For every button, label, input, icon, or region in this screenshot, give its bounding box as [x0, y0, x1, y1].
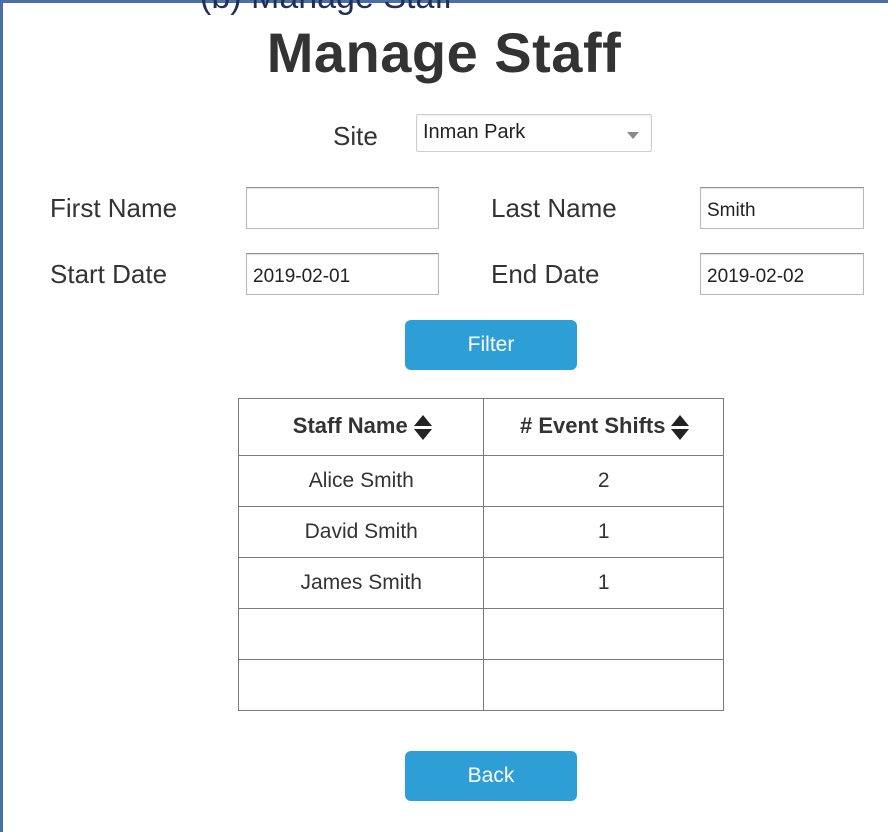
- table-row: [237, 659, 724, 711]
- first-name-field[interactable]: [246, 187, 439, 229]
- table-row[interactable]: David Smith 1: [237, 506, 724, 558]
- column-header-label: # Event Shifts: [520, 413, 666, 439]
- event-shifts-cell: [483, 659, 724, 711]
- table-row[interactable]: Alice Smith 2: [237, 455, 724, 507]
- sort-icon[interactable]: [413, 414, 432, 441]
- table-row: [237, 608, 724, 660]
- last-name-label: Last Name: [491, 193, 617, 223]
- site-select-value: Inman Park: [423, 121, 526, 143]
- sort-icon[interactable]: [671, 414, 690, 441]
- end-date-label: End Date: [491, 259, 600, 289]
- staff-name-cell: David Smith: [237, 506, 485, 558]
- first-name-label: First Name: [50, 193, 178, 223]
- page-title: Manage Staff: [266, 21, 622, 84]
- table-row[interactable]: James Smith 1: [237, 557, 724, 609]
- staff-name-cell: Alice Smith: [237, 455, 485, 507]
- figure-caption: (b) Manage Staff: [200, 0, 453, 17]
- staff-name-cell: James Smith: [237, 557, 485, 609]
- end-date-field[interactable]: [700, 253, 864, 295]
- event-shifts-cell: 1: [483, 506, 724, 558]
- back-button[interactable]: Back: [405, 751, 577, 801]
- column-header-staff-name[interactable]: Staff Name: [237, 398, 485, 456]
- site-select[interactable]: Inman Park: [416, 114, 652, 152]
- table-header-row: Staff Name # Event Shifts: [237, 398, 724, 456]
- staff-name-cell: [237, 608, 485, 660]
- staff-table: Staff Name # Event Shifts Alice Smith 2 …: [237, 398, 724, 711]
- event-shifts-cell: [483, 608, 724, 660]
- filter-button[interactable]: Filter: [405, 320, 577, 370]
- staff-name-cell: [237, 659, 485, 711]
- column-header-event-shifts[interactable]: # Event Shifts: [483, 398, 724, 456]
- column-header-label: Staff Name: [292, 413, 408, 439]
- start-date-label: Start Date: [50, 259, 168, 289]
- event-shifts-cell: 1: [483, 557, 724, 609]
- start-date-field[interactable]: [246, 253, 439, 295]
- chevron-down-icon[interactable]: [627, 132, 639, 139]
- event-shifts-cell: 2: [483, 455, 724, 507]
- last-name-field[interactable]: [700, 187, 864, 229]
- site-label: Site: [333, 121, 378, 151]
